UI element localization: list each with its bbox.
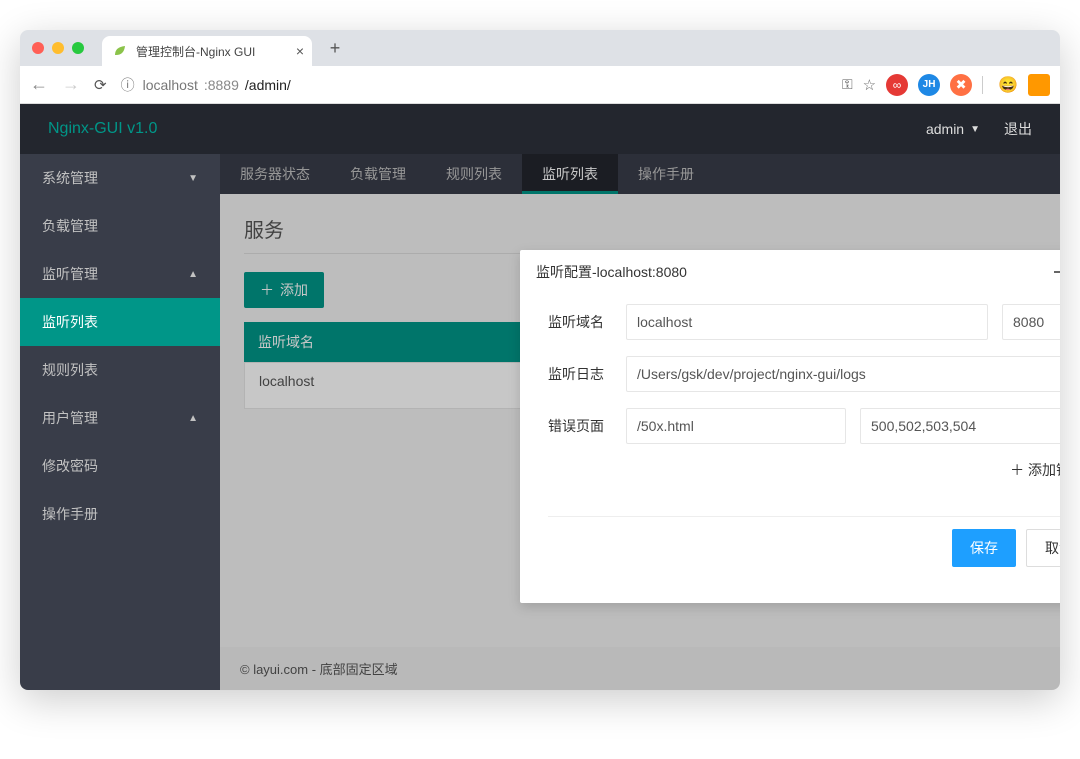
reload-icon[interactable]: ⟳ bbox=[94, 76, 107, 94]
sidebar-item-system[interactable]: 系统管理▼ bbox=[20, 154, 220, 202]
extension-icon[interactable]: ✖ bbox=[950, 74, 972, 96]
chevron-up-icon: ▲ bbox=[188, 413, 198, 424]
new-tab-button[interactable]: + bbox=[322, 35, 348, 61]
maximize-window-icon[interactable] bbox=[72, 42, 84, 54]
sidebar-item-load[interactable]: 负载管理 bbox=[20, 202, 220, 250]
browser-tab-strip: 管理控制台-Nginx GUI × + bbox=[20, 30, 1060, 66]
sidebar: 系统管理▼ 负载管理 监听管理▲ 监听列表 规则列表 用户管理▲ 修改密码 操作… bbox=[20, 154, 220, 690]
extension-icon[interactable]: ∞ bbox=[886, 74, 908, 96]
listen-config-dialog: 监听配置-localhost:8080 监听域名 bbox=[520, 250, 1060, 603]
sidebar-item-listen-list[interactable]: 监听列表 bbox=[20, 298, 220, 346]
divider bbox=[982, 76, 988, 94]
close-tab-icon[interactable]: × bbox=[296, 43, 304, 59]
sidebar-item-rule-list[interactable]: 规则列表 bbox=[20, 346, 220, 394]
key-icon[interactable]: ⚿ bbox=[842, 76, 853, 93]
port-input[interactable] bbox=[1002, 304, 1060, 340]
info-icon: ⓘ bbox=[121, 75, 135, 95]
close-window-icon[interactable] bbox=[32, 42, 44, 54]
bookmark-icon[interactable]: ☆ bbox=[863, 76, 876, 94]
plus-icon: ＋ bbox=[1010, 462, 1024, 478]
extension-icon[interactable] bbox=[1028, 74, 1050, 96]
log-path-input[interactable] bbox=[626, 356, 1060, 392]
leaf-icon bbox=[112, 43, 128, 59]
browser-tab[interactable]: 管理控制台-Nginx GUI × bbox=[102, 36, 312, 66]
extension-icon[interactable]: JH bbox=[918, 74, 940, 96]
cancel-button[interactable]: 取消 bbox=[1026, 529, 1060, 567]
app-logo: Nginx-GUI v1.0 bbox=[48, 120, 157, 138]
user-menu[interactable]: admin ▼ bbox=[926, 121, 980, 137]
error-page-label: 错误页面 bbox=[548, 416, 612, 436]
address-bar-row: ← → ⟳ ⓘlocalhost:8889/admin/ ⚿ ☆ ∞ JH ✖ … bbox=[20, 66, 1060, 104]
forward-icon[interactable]: → bbox=[62, 74, 80, 95]
url-host: localhost bbox=[143, 77, 198, 93]
error-page-path-input[interactable] bbox=[626, 408, 846, 444]
add-error-page-button[interactable]: ＋ 添加错误页面 bbox=[1010, 462, 1060, 478]
log-label: 监听日志 bbox=[548, 364, 612, 384]
sidebar-item-listen-group[interactable]: 监听管理▲ bbox=[20, 250, 220, 298]
chevron-down-icon: ▼ bbox=[970, 124, 980, 135]
url-path: /admin/ bbox=[245, 77, 291, 93]
domain-input[interactable] bbox=[626, 304, 988, 340]
tab-title: 管理控制台-Nginx GUI bbox=[136, 43, 255, 60]
chevron-up-icon: ▲ bbox=[188, 269, 198, 280]
user-label: admin bbox=[926, 121, 964, 137]
sidebar-item-password[interactable]: 修改密码 bbox=[20, 442, 220, 490]
sidebar-item-manual[interactable]: 操作手册 bbox=[20, 490, 220, 538]
extension-icon[interactable]: 😄 bbox=[998, 75, 1018, 95]
domain-label: 监听域名 bbox=[548, 312, 612, 332]
error-page-codes-input[interactable] bbox=[860, 408, 1060, 444]
back-icon[interactable]: ← bbox=[30, 74, 48, 95]
sidebar-item-user-group[interactable]: 用户管理▲ bbox=[20, 394, 220, 442]
address-bar[interactable]: ⓘ localhost :8889/admin/ bbox=[121, 75, 828, 95]
minimize-icon[interactable] bbox=[1052, 264, 1060, 280]
app-header: Nginx-GUI v1.0 admin ▼ 退出 bbox=[20, 104, 1060, 154]
minimize-window-icon[interactable] bbox=[52, 42, 64, 54]
chevron-down-icon: ▼ bbox=[188, 173, 198, 184]
save-button[interactable]: 保存 bbox=[952, 529, 1016, 567]
url-port: :8889 bbox=[204, 77, 239, 93]
logout-link[interactable]: 退出 bbox=[1004, 119, 1032, 139]
dialog-title: 监听配置-localhost:8080 bbox=[536, 262, 687, 282]
